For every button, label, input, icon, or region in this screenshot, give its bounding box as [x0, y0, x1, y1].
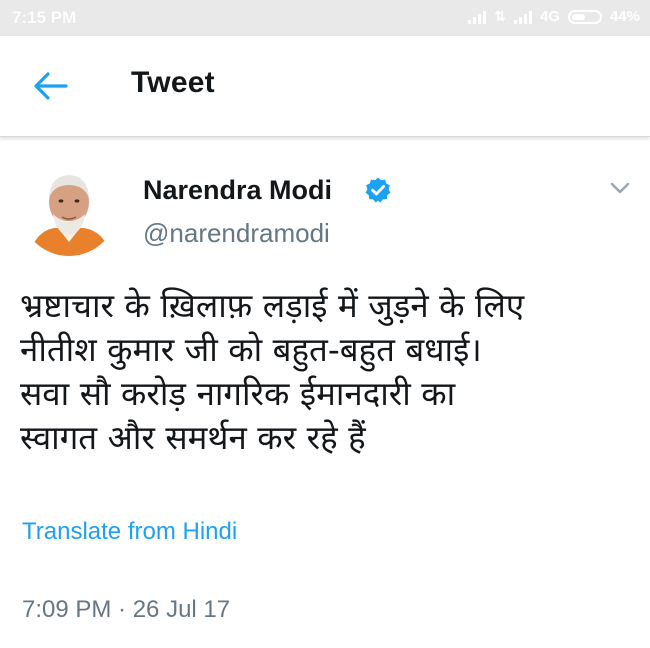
- back-button[interactable]: [28, 66, 72, 106]
- battery-icon: [567, 9, 602, 24]
- author-handle[interactable]: @narendramodi: [143, 218, 330, 249]
- tweet-text-line: स्वागत और समर्थन कर रहे हैं: [20, 418, 366, 457]
- status-time: 7:15 PM: [12, 8, 77, 27]
- data-transfer-icon: ⇅: [494, 8, 506, 24]
- tweet-detail: Narendra Modi @narendramodi भ्रष्टाचार क…: [0, 140, 650, 648]
- translate-link[interactable]: Translate from Hindi: [22, 518, 237, 546]
- page-title: Tweet: [131, 66, 215, 99]
- chevron-down-icon[interactable]: [606, 178, 634, 198]
- tweet-timestamp: 7:09 PM · 26 Jul 17: [22, 596, 231, 623]
- signal-icon: [468, 10, 487, 24]
- author-name[interactable]: Narendra Modi: [143, 175, 332, 206]
- arrow-left-icon: [34, 72, 68, 100]
- app-header: Tweet: [0, 36, 650, 137]
- battery-percent: 44%: [609, 8, 640, 25]
- status-bar: 7:15 PM ⇅ 4G 44%: [0, 0, 650, 36]
- tweet-text: भ्रष्टाचार के ख़िलाफ़ लड़ाई में जुड़ने क…: [20, 284, 635, 460]
- avatar-portrait: [20, 158, 118, 256]
- tweet-text-line: नीतीश कुमार जी को बहुत-बहुत बधाई।: [20, 330, 482, 369]
- status-indicators: ⇅ 4G 44%: [468, 8, 640, 25]
- network-type: 4G: [539, 8, 560, 25]
- tweet-text-line: सवा सौ करोड़ नागरिक ईमानदारी का: [20, 374, 456, 413]
- signal-icon-2: [513, 10, 532, 24]
- avatar[interactable]: [20, 158, 118, 256]
- tweet-text-line: भ्रष्टाचार के ख़िलाफ़ लड़ाई में जुड़ने क…: [20, 286, 525, 325]
- verified-badge-icon: [365, 177, 391, 203]
